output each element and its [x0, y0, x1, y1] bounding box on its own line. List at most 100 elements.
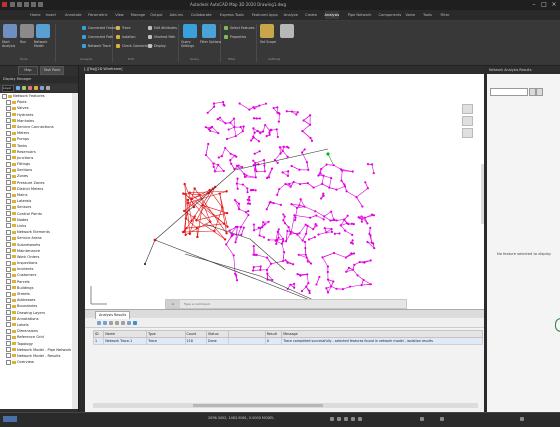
- pipe-segment[interactable]: [253, 270, 260, 271]
- expand-icon[interactable]: [6, 162, 11, 167]
- network-node[interactable]: [284, 216, 286, 218]
- network-node[interactable]: [307, 182, 309, 184]
- connected-path-icon[interactable]: [82, 35, 86, 39]
- network-node[interactable]: [286, 262, 288, 264]
- pipe-segment[interactable]: [206, 155, 214, 164]
- network-node[interactable]: [362, 279, 364, 281]
- network-node[interactable]: [279, 153, 281, 155]
- pipe-segment[interactable]: [183, 231, 214, 232]
- network-node[interactable]: [308, 238, 310, 240]
- network-node[interactable]: [326, 152, 329, 155]
- network-node[interactable]: [340, 224, 342, 226]
- search-button[interactable]: [529, 88, 536, 96]
- network-node[interactable]: [290, 203, 292, 205]
- expand-icon[interactable]: [6, 242, 11, 247]
- pipe-segment[interactable]: [239, 209, 246, 212]
- ribbon-tab[interactable]: Valve: [406, 11, 416, 19]
- pipe-segment[interactable]: [356, 188, 367, 197]
- network-node[interactable]: [302, 119, 304, 121]
- network-node[interactable]: [245, 211, 247, 213]
- network-node[interactable]: [269, 134, 271, 136]
- model-tab[interactable]: [3, 416, 17, 422]
- network-node[interactable]: [185, 217, 187, 219]
- expand-icon[interactable]: [6, 186, 11, 191]
- network-node[interactable]: [335, 219, 337, 221]
- zoom-to-icon[interactable]: [97, 321, 101, 325]
- network-node[interactable]: [309, 217, 311, 219]
- network-node[interactable]: [329, 219, 331, 221]
- network-node[interactable]: [298, 232, 300, 234]
- network-node[interactable]: [233, 117, 235, 119]
- network-node[interactable]: [341, 170, 343, 172]
- network-node[interactable]: [259, 150, 261, 152]
- network-node[interactable]: [217, 118, 219, 120]
- network-node[interactable]: [213, 102, 215, 104]
- network-node[interactable]: [302, 239, 304, 241]
- network-node[interactable]: [346, 222, 348, 224]
- drawing-canvas[interactable]: × Type a command: [85, 74, 484, 309]
- new-file-icon[interactable]: [10, 2, 15, 7]
- network-node[interactable]: [232, 234, 234, 236]
- network-node[interactable]: [253, 117, 255, 119]
- pipe-segment[interactable]: [225, 148, 230, 154]
- network-node[interactable]: [373, 247, 375, 249]
- network-node[interactable]: [225, 243, 227, 245]
- expand-icon[interactable]: [6, 211, 11, 216]
- shortest-path-icon[interactable]: [148, 35, 152, 39]
- pipe-segment[interactable]: [296, 208, 297, 218]
- network-node[interactable]: [332, 280, 334, 282]
- network-node[interactable]: [284, 183, 286, 185]
- network-node[interactable]: [235, 226, 237, 228]
- pipe-segment[interactable]: [308, 183, 314, 188]
- ribbon-tab[interactable]: Create: [305, 11, 317, 19]
- expand-icon[interactable]: [6, 360, 11, 365]
- network-node[interactable]: [223, 104, 225, 106]
- network-node[interactable]: [268, 239, 270, 241]
- network-node[interactable]: [369, 227, 371, 229]
- network-node[interactable]: [301, 130, 303, 132]
- network-node[interactable]: [275, 240, 277, 242]
- pipe-segment[interactable]: [197, 205, 202, 237]
- network-node[interactable]: [303, 206, 305, 208]
- expand-icon[interactable]: [6, 347, 11, 352]
- expand-icon[interactable]: [6, 112, 11, 117]
- network-node[interactable]: [263, 236, 265, 238]
- network-node[interactable]: [293, 287, 295, 289]
- network-node[interactable]: [277, 136, 279, 138]
- network-node[interactable]: [299, 275, 301, 277]
- network-node[interactable]: [238, 203, 240, 205]
- column-header[interactable]: Count: [185, 331, 207, 338]
- network-node[interactable]: [333, 164, 335, 166]
- pipe-segment[interactable]: [324, 212, 331, 217]
- network-node[interactable]: [229, 159, 231, 161]
- network-node[interactable]: [209, 130, 211, 132]
- save-icon[interactable]: [24, 2, 29, 7]
- network-node[interactable]: [317, 233, 319, 235]
- network-node[interactable]: [290, 231, 292, 233]
- pipe-segment[interactable]: [336, 186, 345, 189]
- pipe-segment[interactable]: [283, 151, 288, 157]
- network-node[interactable]: [289, 284, 291, 286]
- network-node[interactable]: [305, 233, 307, 235]
- network-node[interactable]: [228, 128, 230, 130]
- ribbon-tab[interactable]: Add-ins: [170, 11, 183, 19]
- network-node[interactable]: [352, 170, 354, 172]
- network-node[interactable]: [321, 256, 323, 258]
- pipe-segment[interactable]: [208, 107, 214, 113]
- network-node[interactable]: [308, 290, 310, 292]
- pipe-segment[interactable]: [304, 121, 310, 125]
- network-node[interactable]: [344, 230, 346, 232]
- column-header[interactable]: Result: [265, 331, 281, 338]
- pipe-segment[interactable]: [279, 114, 280, 122]
- column-header[interactable]: Type: [147, 331, 185, 338]
- view-top-button[interactable]: [462, 104, 473, 114]
- network-node[interactable]: [278, 228, 280, 230]
- tree-scrollbar[interactable]: [72, 93, 78, 409]
- refresh-icon[interactable]: [121, 321, 125, 325]
- ribbon-tab[interactable]: Collaborate: [191, 11, 212, 19]
- ribbon-tab[interactable]: Insert: [46, 11, 56, 19]
- network-node[interactable]: [196, 236, 198, 238]
- options-button[interactable]: [536, 88, 543, 96]
- network-node[interactable]: [342, 288, 344, 290]
- column-header[interactable]: Status: [207, 331, 229, 338]
